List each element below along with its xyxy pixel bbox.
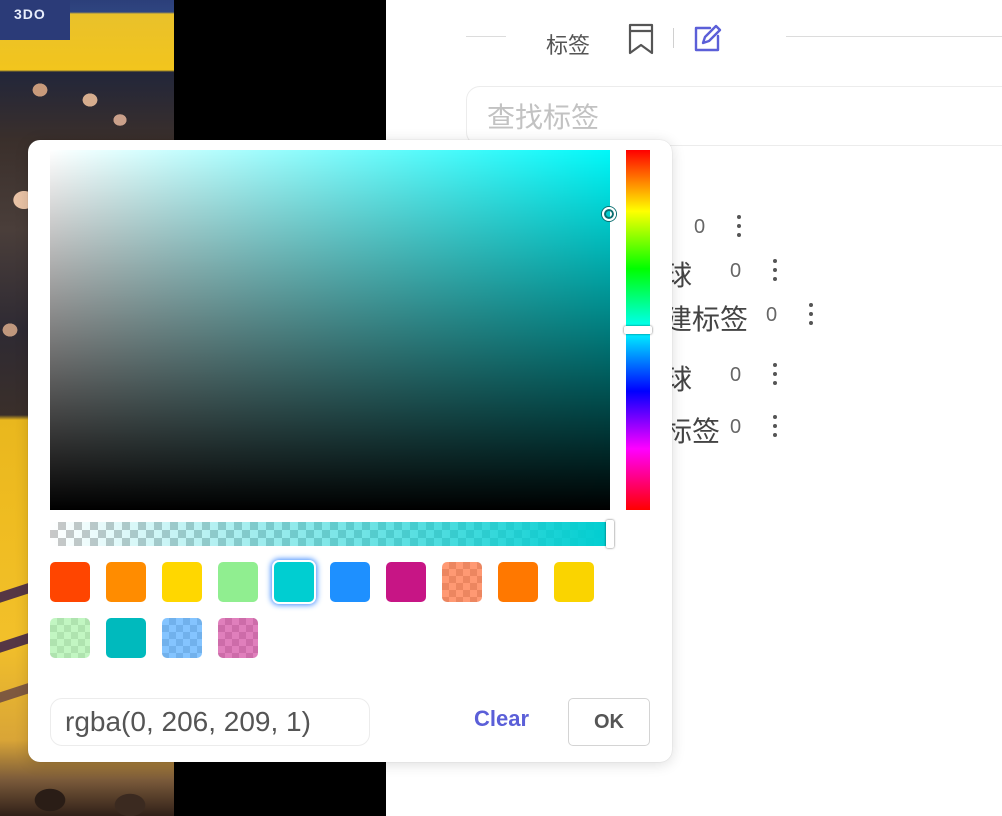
swatch-fill	[330, 562, 370, 602]
swatch-fill	[50, 618, 90, 658]
color-swatch[interactable]	[162, 562, 202, 602]
tag-count: 0	[766, 304, 778, 326]
color-swatch[interactable]	[442, 562, 482, 602]
header-divider-right	[786, 36, 1002, 37]
swatch-fill	[218, 562, 258, 602]
tag-search-box	[466, 86, 1002, 146]
alpha-slider[interactable]	[50, 520, 614, 548]
tag-count: 0	[730, 260, 742, 282]
hue-slider[interactable]	[624, 150, 652, 510]
tag-name: 标签	[664, 415, 721, 448]
color-swatch[interactable]	[554, 562, 594, 602]
alpha-slider-handle[interactable]	[606, 520, 614, 548]
color-swatch[interactable]	[50, 562, 90, 602]
tag-count: 0	[694, 216, 706, 238]
swatch-fill	[498, 562, 538, 602]
swatch-fill	[162, 562, 202, 602]
swatch-fill	[442, 562, 482, 602]
tag-name: 建标签	[664, 303, 749, 336]
more-options-icon[interactable]	[770, 412, 780, 440]
more-options-icon[interactable]	[770, 360, 780, 388]
tag-search-input[interactable]	[487, 97, 987, 137]
header-separator	[673, 28, 674, 48]
swatch-fill	[274, 562, 314, 602]
scoreboard-text: 3DO	[14, 6, 46, 22]
color-swatch[interactable]	[162, 618, 202, 658]
color-swatch[interactable]	[274, 562, 314, 602]
clear-button[interactable]: Clear	[474, 706, 529, 732]
more-options-icon[interactable]	[734, 212, 744, 240]
color-swatch[interactable]	[106, 562, 146, 602]
more-options-icon[interactable]	[806, 300, 816, 328]
color-swatch[interactable]	[218, 618, 258, 658]
swatch-fill	[106, 618, 146, 658]
panel-title: 标签	[546, 33, 591, 58]
edit-icon[interactable]	[690, 22, 722, 56]
hue-slider-handle[interactable]	[624, 326, 652, 334]
swatch-fill	[218, 618, 258, 658]
tag-count: 0	[730, 416, 742, 438]
color-picker-popover: Clear OK	[28, 140, 672, 762]
scoreboard: 3DO	[0, 0, 70, 40]
saturation-value-panel[interactable]	[50, 150, 616, 510]
app-root: { "video": { "scoreboard_text": "3DO" },…	[0, 0, 1002, 816]
saturation-value-handle[interactable]	[602, 206, 616, 221]
color-value-input[interactable]	[50, 698, 370, 746]
color-swatch[interactable]	[50, 618, 90, 658]
tag-count: 0	[730, 364, 742, 386]
ok-button[interactable]: OK	[568, 698, 650, 746]
header-divider-left	[466, 36, 506, 37]
alpha-gradient	[50, 522, 610, 546]
color-swatch[interactable]	[498, 562, 538, 602]
swatch-fill	[386, 562, 426, 602]
swatch-fill	[162, 618, 202, 658]
swatch-fill	[554, 562, 594, 602]
swatch-fill	[50, 562, 90, 602]
color-swatch[interactable]	[386, 562, 426, 602]
more-options-icon[interactable]	[770, 256, 780, 284]
swatch-fill	[106, 562, 146, 602]
bookmark-icon[interactable]	[626, 22, 656, 56]
color-swatch[interactable]	[106, 618, 146, 658]
color-swatch[interactable]	[330, 562, 370, 602]
color-swatch[interactable]	[218, 562, 258, 602]
